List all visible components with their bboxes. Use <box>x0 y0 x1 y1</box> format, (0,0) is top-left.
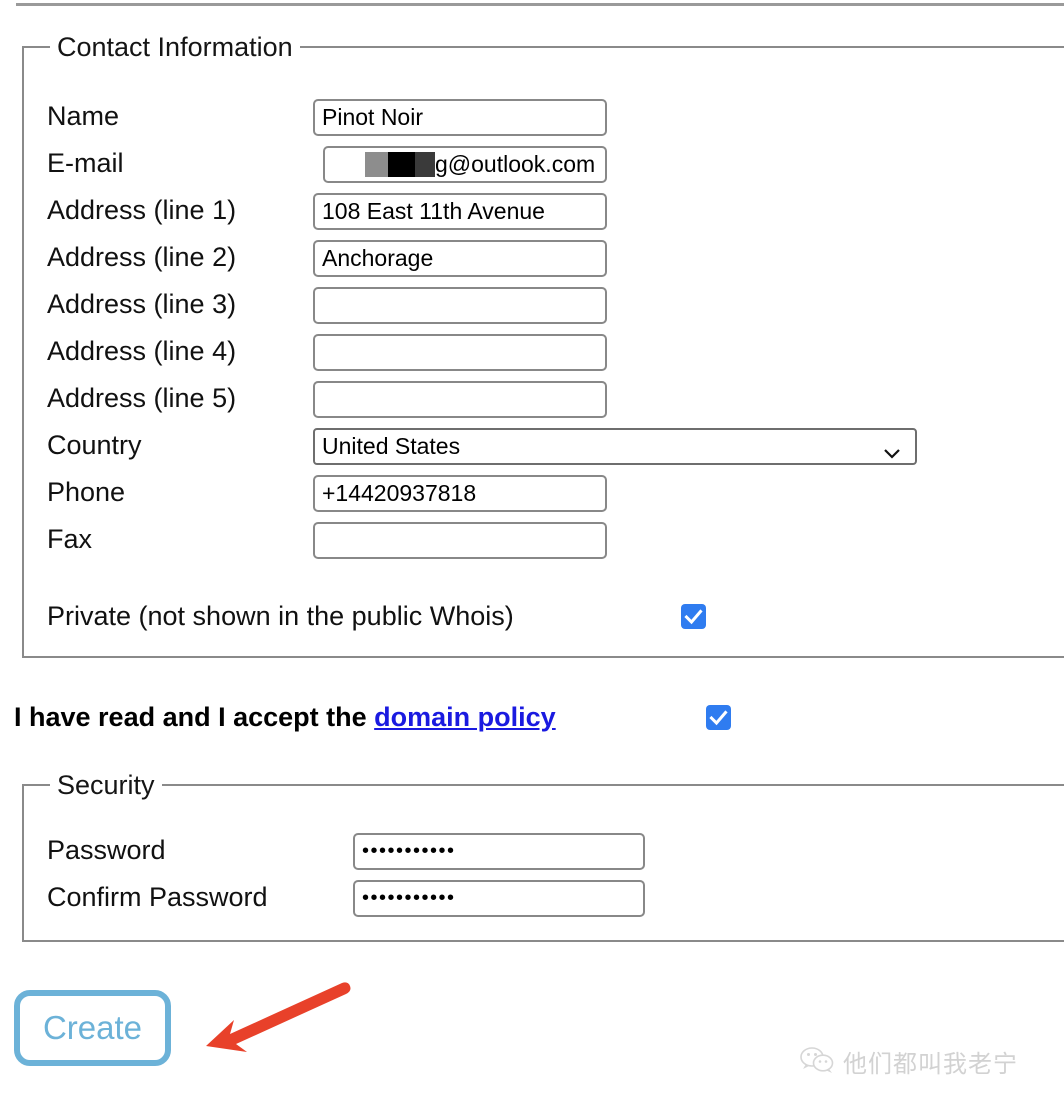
accept-policy-text: I have read and I accept the <box>14 702 367 732</box>
create-button[interactable]: Create <box>14 990 171 1066</box>
label-address-3: Address (line 3) <box>47 289 237 319</box>
private-whois-label: Private (not shown in the public Whois) <box>47 601 514 631</box>
name-input[interactable]: Pinot Noir <box>313 99 607 136</box>
chevron-down-icon <box>883 439 901 459</box>
security-legend: Security <box>50 769 162 801</box>
email-redaction-block-3 <box>415 152 435 177</box>
private-whois-checkbox[interactable] <box>681 604 706 629</box>
domain-policy-link[interactable]: domain policy <box>374 702 556 732</box>
email-input[interactable]: g@outlook.com <box>323 146 607 183</box>
wechat-icon <box>800 1046 834 1082</box>
label-fax: Fax <box>47 524 93 554</box>
address-line-1-input[interactable]: 108 East 11th Avenue <box>313 193 607 230</box>
label-password: Password <box>47 835 166 865</box>
top-divider <box>16 3 1064 6</box>
email-visible-text: g@outlook.com <box>435 151 596 177</box>
phone-input[interactable]: +14420937818 <box>313 475 607 512</box>
address-line-2-input[interactable]: Anchorage <box>313 240 607 277</box>
accept-policy-checkbox[interactable] <box>706 705 731 730</box>
confirm-password-input[interactable]: ••••••••••• <box>353 880 645 917</box>
label-address-1: Address (line 1) <box>47 195 237 225</box>
address-line-4-input[interactable] <box>313 334 607 371</box>
label-confirm-password: Confirm Password <box>47 882 268 912</box>
fax-input[interactable] <box>313 522 607 559</box>
red-arrow-annotation-icon <box>190 968 360 1063</box>
label-name: Name <box>47 101 120 131</box>
label-phone: Phone <box>47 477 126 507</box>
label-country: Country <box>47 430 142 460</box>
country-select-value: United States <box>322 433 461 459</box>
watermark-text: 他们都叫我老宁 <box>843 1050 1018 1078</box>
address-line-5-input[interactable] <box>313 381 607 418</box>
email-redaction-block-1 <box>365 152 388 177</box>
email-redaction-block-2 <box>388 152 415 177</box>
label-email: E-mail <box>47 148 124 178</box>
password-input[interactable]: ••••••••••• <box>353 833 645 870</box>
create-button-label: Create <box>42 1009 143 1046</box>
watermark: 他们都叫我老宁 <box>800 1046 1018 1082</box>
label-address-2: Address (line 2) <box>47 242 237 272</box>
label-address-4: Address (line 4) <box>47 336 237 366</box>
label-address-5: Address (line 5) <box>47 383 237 413</box>
accept-policy-row: I have read and I accept the domain poli… <box>14 700 556 734</box>
address-line-3-input[interactable] <box>313 287 607 324</box>
contact-information-legend: Contact Information <box>50 31 300 63</box>
country-select[interactable]: United States <box>313 428 917 465</box>
